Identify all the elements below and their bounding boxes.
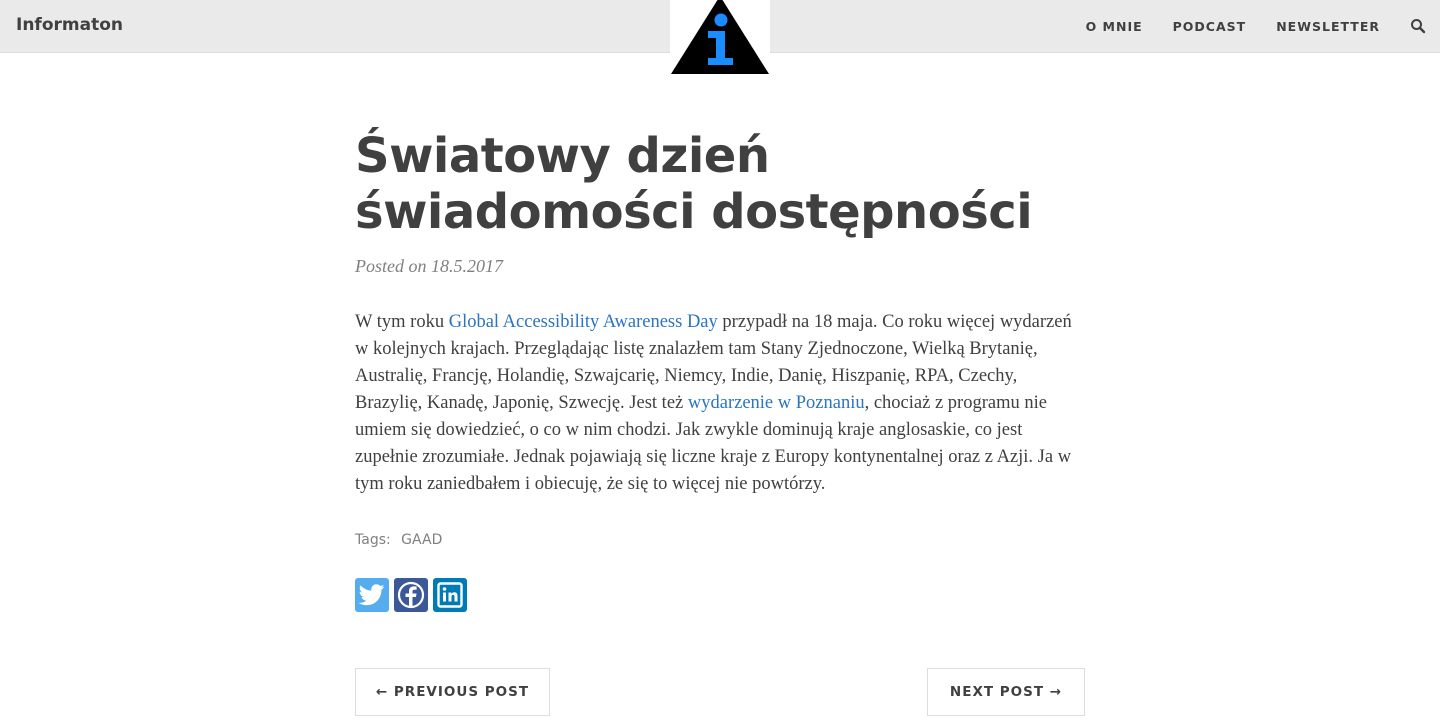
nav-link-podcast[interactable]: PODCAST (1173, 19, 1247, 34)
post-tags: Tags: GAAD (355, 532, 1085, 548)
twitter-share-button[interactable] (355, 578, 389, 612)
share-buttons (355, 578, 1085, 612)
tag-link-gaad[interactable]: GAAD (401, 532, 442, 548)
linkedin-icon (437, 582, 463, 608)
post-meta-prefix: Posted on (355, 256, 427, 276)
body-text-1: W tym roku (355, 312, 449, 332)
tags-label: Tags: (355, 532, 391, 548)
facebook-share-button[interactable] (394, 578, 428, 612)
gaad-link[interactable]: Global Accessibility Awareness Day (449, 312, 718, 332)
facebook-icon (397, 581, 425, 609)
post-content: Światowy dzień świadomości dostępności P… (355, 128, 1085, 612)
nav-menu: O MNIE PODCAST NEWSLETTER (1056, 0, 1426, 52)
site-logo[interactable] (670, 0, 770, 74)
twitter-icon (359, 584, 385, 606)
brand-link[interactable]: Informaton (16, 15, 123, 35)
nav-link-newsletter[interactable]: NEWSLETTER (1276, 19, 1380, 34)
post-title: Światowy dzień świadomości dostępności (355, 128, 1033, 240)
linkedin-share-button[interactable] (433, 578, 467, 612)
information-triangle-logo-icon (671, 0, 769, 74)
search-icon[interactable] (1410, 18, 1426, 34)
nav-link-o-mnie[interactable]: O MNIE (1086, 19, 1143, 34)
post-date: 18.5.2017 (431, 256, 503, 276)
post-body: W tym roku Global Accessibility Awarenes… (355, 309, 1085, 498)
post-meta: Posted on 18.5.2017 (355, 256, 1085, 277)
previous-post-button[interactable]: ← PREVIOUS POST (355, 668, 550, 716)
poznan-event-link[interactable]: wydarzenie w Poznaniu (688, 393, 865, 413)
next-post-button[interactable]: NEXT POST → (927, 668, 1085, 716)
post-pager: ← PREVIOUS POST NEXT POST → (355, 668, 1085, 718)
